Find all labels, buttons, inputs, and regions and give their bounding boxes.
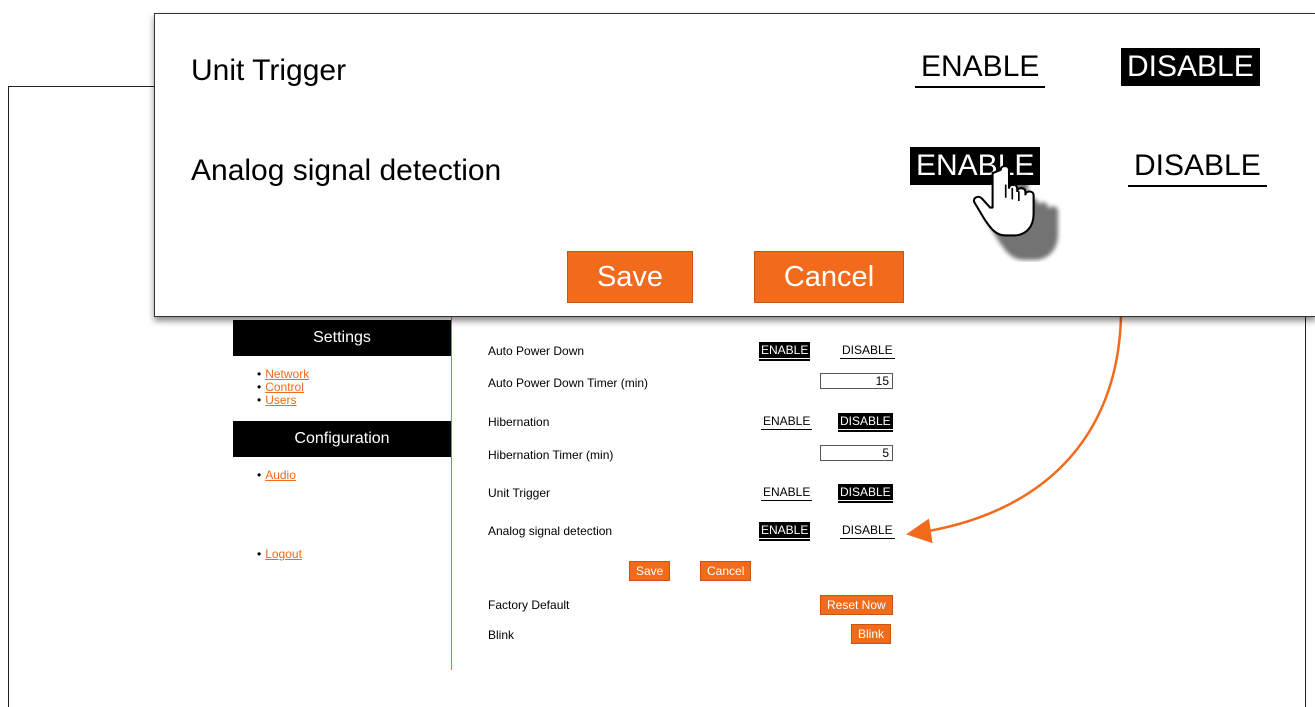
auto-power-down-disable[interactable]: DISABLE bbox=[840, 342, 895, 359]
control-link[interactable]: Control bbox=[265, 380, 304, 394]
hibernation-label: Hibernation bbox=[488, 415, 550, 429]
settings-heading: Settings bbox=[233, 320, 451, 356]
zoom-unit-trigger-enable[interactable]: ENABLE bbox=[915, 48, 1046, 88]
configuration-heading: Configuration bbox=[233, 421, 451, 457]
configuration-links: Audio bbox=[258, 469, 296, 482]
auto-power-down-row: Auto Power Down ENABLE DISABLE bbox=[488, 340, 898, 362]
analog-signal-enable[interactable]: ENABLE bbox=[759, 522, 811, 539]
zoom-unit-trigger-label: Unit Trigger bbox=[191, 54, 347, 87]
pointer-hand-icon bbox=[972, 165, 1058, 260]
analog-signal-label: Analog signal detection bbox=[488, 524, 613, 538]
hibernation-timer-row: Hibernation Timer (min) bbox=[488, 444, 898, 466]
analog-signal-disable[interactable]: DISABLE bbox=[840, 522, 895, 539]
audio-link[interactable]: Audio bbox=[265, 468, 296, 482]
unit-trigger-disable[interactable]: DISABLE bbox=[838, 484, 893, 501]
auto-power-down-timer-label: Auto Power Down Timer (min) bbox=[488, 376, 649, 390]
zoom-analog-signal-label: Analog signal detection bbox=[191, 154, 502, 187]
auto-power-down-label: Auto Power Down bbox=[488, 344, 585, 358]
blink-label: Blink bbox=[488, 628, 515, 642]
unit-trigger-row: Unit Trigger ENABLE DISABLE bbox=[488, 482, 898, 504]
analog-signal-row: Analog signal detection ENABLE DISABLE bbox=[488, 520, 898, 542]
hibernation-enable[interactable]: ENABLE bbox=[761, 413, 813, 430]
hibernation-timer-input[interactable] bbox=[820, 445, 893, 461]
blink-button[interactable]: Blink bbox=[851, 624, 892, 644]
zoom-unit-trigger-disable[interactable]: DISABLE bbox=[1121, 48, 1260, 88]
reset-now-button[interactable]: Reset Now bbox=[820, 595, 893, 615]
blink-row: Blink bbox=[488, 624, 898, 646]
settings-links: Network Control Users bbox=[258, 368, 309, 407]
zoom-save-button[interactable]: Save bbox=[567, 251, 693, 303]
auto-power-down-timer-input[interactable] bbox=[820, 373, 893, 389]
logout-link[interactable]: Logout bbox=[265, 547, 302, 561]
sidebar-item-users: Users bbox=[258, 394, 309, 407]
auto-power-down-enable[interactable]: ENABLE bbox=[759, 342, 811, 359]
users-link[interactable]: Users bbox=[265, 393, 296, 407]
zoom-cancel-button[interactable]: Cancel bbox=[754, 251, 904, 303]
network-link[interactable]: Network bbox=[265, 367, 309, 381]
cancel-button[interactable]: Cancel bbox=[700, 561, 752, 581]
hibernation-row: Hibernation ENABLE DISABLE bbox=[488, 411, 898, 433]
zoom-analog-signal-disable[interactable]: DISABLE bbox=[1128, 147, 1267, 187]
zoom-callout: Unit Trigger ENABLE DISABLE Analog signa… bbox=[154, 13, 1315, 317]
hibernation-disable[interactable]: DISABLE bbox=[838, 413, 893, 430]
sidebar-item-audio: Audio bbox=[258, 469, 296, 482]
logout-list: Logout bbox=[258, 548, 302, 561]
unit-trigger-enable[interactable]: ENABLE bbox=[761, 484, 813, 501]
hibernation-timer-label: Hibernation Timer (min) bbox=[488, 448, 614, 462]
sidebar-item-logout: Logout bbox=[258, 548, 302, 561]
factory-default-label: Factory Default bbox=[488, 598, 570, 612]
save-button[interactable]: Save bbox=[629, 561, 671, 581]
unit-trigger-label: Unit Trigger bbox=[488, 486, 551, 500]
auto-power-down-timer-row: Auto Power Down Timer (min) bbox=[488, 372, 898, 394]
